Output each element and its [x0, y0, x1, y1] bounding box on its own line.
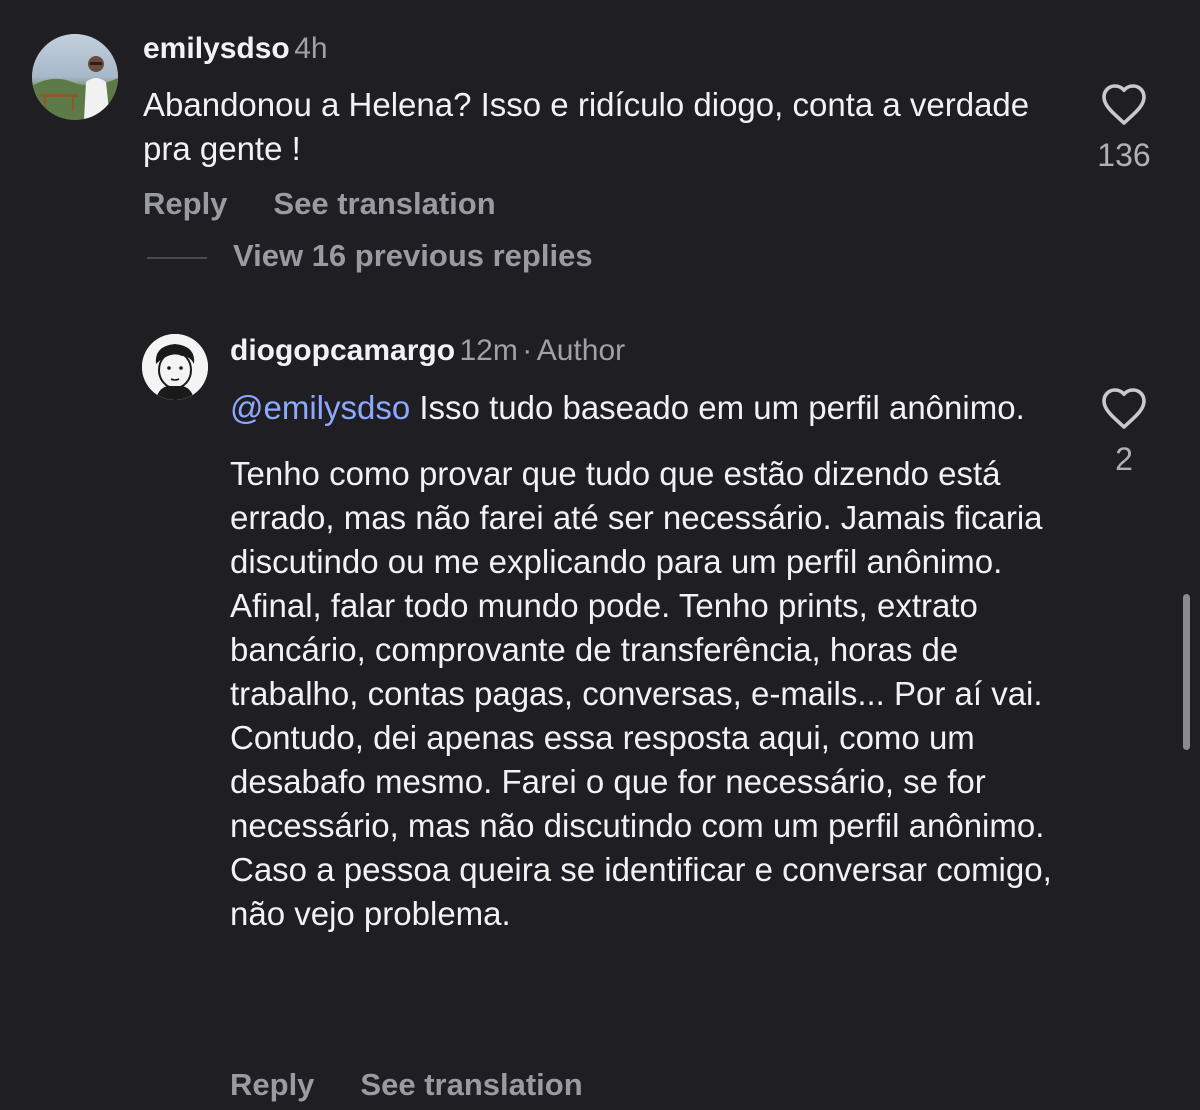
author-badge: Author [536, 334, 626, 367]
comment-actions: Reply See translation [143, 186, 496, 222]
reply-like: 2 [1089, 386, 1159, 478]
view-previous-replies-button[interactable]: View 16 previous replies [233, 238, 593, 274]
reply-paragraph-1: @emilysdso Isso tudo baseado em um perfi… [230, 386, 1060, 430]
reply-header: diogopcamargo 12m · Author [230, 334, 625, 368]
comment-like: 136 [1089, 82, 1159, 174]
avatar-photo [32, 34, 118, 120]
reply-username[interactable]: diogopcamargo [230, 334, 455, 367]
reply-text: @emilysdso Isso tudo baseado em um perfi… [230, 386, 1060, 936]
comments-screen: emilysdso 4h Abandonou a Helena? Isso e … [0, 0, 1200, 1110]
reply-time: 12m [459, 334, 518, 367]
comment-text: Abandonou a Helena? Isso e ridículo diog… [143, 86, 1030, 167]
avatar-diogopcamargo[interactable] [142, 334, 208, 400]
reply-button[interactable]: Reply [143, 186, 227, 222]
heart-outline-icon[interactable] [1100, 82, 1148, 126]
reply-button[interactable]: Reply [230, 1067, 314, 1103]
view-replies-divider [147, 257, 207, 259]
comment-username[interactable]: emilysdso [143, 32, 290, 65]
meta-separator: · [522, 334, 533, 367]
comment-header: emilysdso 4h [143, 32, 328, 66]
reply-paragraph-2: Tenho como provar que tudo que estão diz… [230, 455, 1052, 932]
see-translation-button[interactable]: See translation [273, 186, 495, 222]
reply-actions: Reply See translation [230, 1067, 583, 1103]
see-translation-button[interactable]: See translation [360, 1067, 582, 1103]
avatar-emilysdso[interactable] [32, 34, 118, 120]
scrollbar[interactable] [1183, 594, 1190, 750]
comment-like-count: 136 [1097, 137, 1151, 173]
avatar-illustration [142, 334, 208, 400]
mention-link[interactable]: @emilysdso [230, 389, 410, 426]
reply-line-1-text: Isso tudo baseado em um perfil anônimo. [410, 389, 1025, 426]
comment-time: 4h [294, 32, 328, 65]
reply-like-count: 2 [1115, 441, 1133, 477]
heart-outline-icon[interactable] [1100, 386, 1148, 430]
